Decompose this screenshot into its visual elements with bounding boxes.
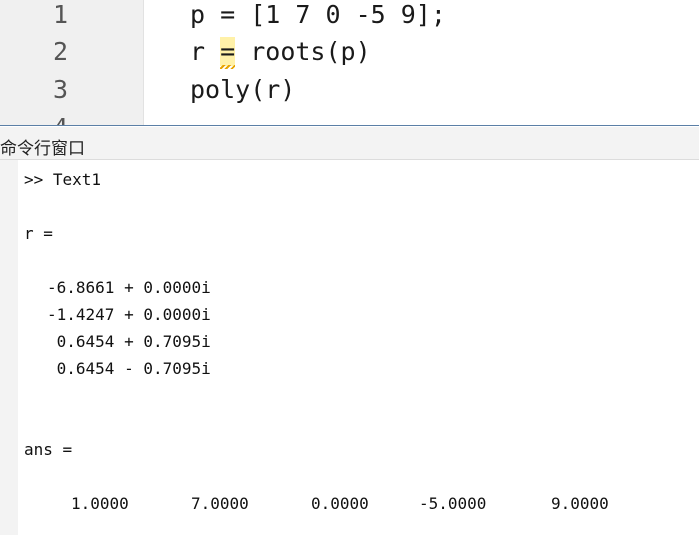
command-window-header: 命令行窗口 xyxy=(0,127,699,160)
panel-divider[interactable] xyxy=(0,125,699,126)
output-ans-value-2: 7.0000 xyxy=(191,494,249,513)
output-ans-label: ans = xyxy=(24,440,73,459)
output-ans-value-4: -5.0000 xyxy=(419,494,487,513)
line-number-2: 2 xyxy=(52,37,68,66)
output-r-value-1: -6.8661 + 0.0000i xyxy=(47,278,211,297)
code-editor[interactable]: 1 2 3 4 p = [1 7 0 -5 9]; r = roots(p) p… xyxy=(0,0,699,126)
line-number-3: 3 xyxy=(52,75,68,104)
output-ans-value-5: 9.0000 xyxy=(551,494,609,513)
output-r-value-3: 0.6454 + 0.7095i xyxy=(47,332,211,351)
code-line-1[interactable]: p = [1 7 0 -5 9]; xyxy=(190,0,446,30)
code-line-2-end: roots(p) xyxy=(235,37,371,66)
command-window-margin xyxy=(0,160,18,535)
command-prompt-line: >> Text1 xyxy=(24,170,102,189)
line-number-1: 1 xyxy=(52,0,68,29)
output-ans-value-1: 1.0000 xyxy=(71,494,129,513)
output-ans-value-3: 0.0000 xyxy=(311,494,369,513)
command-window-title: 命令行窗口 xyxy=(0,139,85,159)
output-r-value-2: -1.4247 + 0.0000i xyxy=(47,305,211,324)
command-window[interactable]: >> Text1 r = -6.8661 + 0.0000i -1.4247 +… xyxy=(0,160,699,535)
output-r-label: r = xyxy=(24,224,53,243)
output-r-value-4: 0.6454 - 0.7095i xyxy=(47,359,211,378)
warning-highlight-equals[interactable]: = xyxy=(220,37,236,66)
code-line-3[interactable]: poly(r) xyxy=(190,75,295,105)
code-line-2[interactable]: r = roots(p) xyxy=(190,37,371,67)
code-line-2-start: r xyxy=(190,37,221,66)
line-number-gutter: 1 2 3 4 xyxy=(0,0,144,126)
